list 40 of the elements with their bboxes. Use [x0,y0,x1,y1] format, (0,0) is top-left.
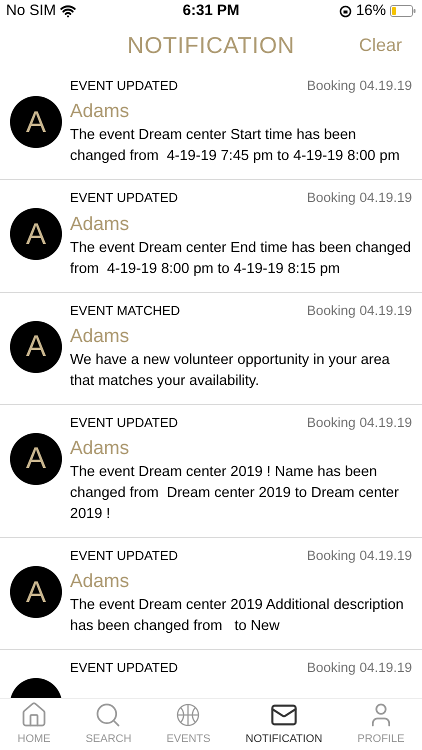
sender-name: Adams [70,324,130,349]
rotation-lock-icon [338,4,352,18]
tab-item[interactable]: SEARCH [86,701,132,748]
booking-date: Booking 04.19.19 [306,414,412,432]
avatar: A [10,566,62,618]
event-type: EVENT UPDATED [70,659,178,678]
avatar: A [10,432,62,485]
booking-date: Booking 04.19.19 [306,77,412,95]
tab-item[interactable]: PROFILE [357,701,404,748]
battery-percent: 16% [356,0,386,21]
sender-name: Adams [70,212,130,236]
event-type: EVENT UPDATED [70,414,178,432]
sender-name: Adams [70,570,130,594]
battery-icon [390,5,416,17]
notification-message: The event Dream center 2019 ! Name has been changed from Dream center 2019 to Dream center 2019 ! [70,463,400,524]
booking-date: Booking 04.19.19 [306,547,412,565]
sender-name: Adams [70,100,130,124]
tab-item[interactable]: HOME [18,701,51,748]
notification-message: The event Dream center Start time has been changed from 4-19-19 7:45 pm to 4-19-19 8:00 pm [70,126,401,166]
event-type: EVENT UPDATED [70,547,178,565]
tab-item[interactable]: NOTIFICATION [246,701,322,748]
sender-name: Adams [70,437,130,461]
clear-button[interactable]: Clear [358,32,402,58]
event-type: EVENT UPDATED [70,77,178,95]
clock-time: 6:31 PM [182,0,240,21]
wifi-icon [60,3,76,19]
notification-message: We have a new volunteer opportunity in your area that matches your availability. [70,350,391,391]
notification-message: The event Dream center 2019 Additional description has been changed from to New [70,596,405,636]
avatar: A [10,320,62,372]
avatar: A [10,96,62,148]
avatar: A [10,208,62,260]
notification-message: The event Dream center End time has been changed from 4-19-19 8:00 pm to 4-19-19 8:15 pm [70,238,412,278]
booking-date: Booking 04.19.19 [306,659,412,678]
page-title: NOTIFICATION [127,30,295,60]
event-type: EVENT MATCHED [70,302,180,320]
booking-date: Booking 04.19.19 [306,302,412,320]
carrier-label: No SIM [6,0,56,21]
tab-item[interactable]: EVENTS [166,701,210,748]
booking-date: Booking 04.19.19 [306,189,412,208]
event-type: EVENT UPDATED [70,189,178,208]
